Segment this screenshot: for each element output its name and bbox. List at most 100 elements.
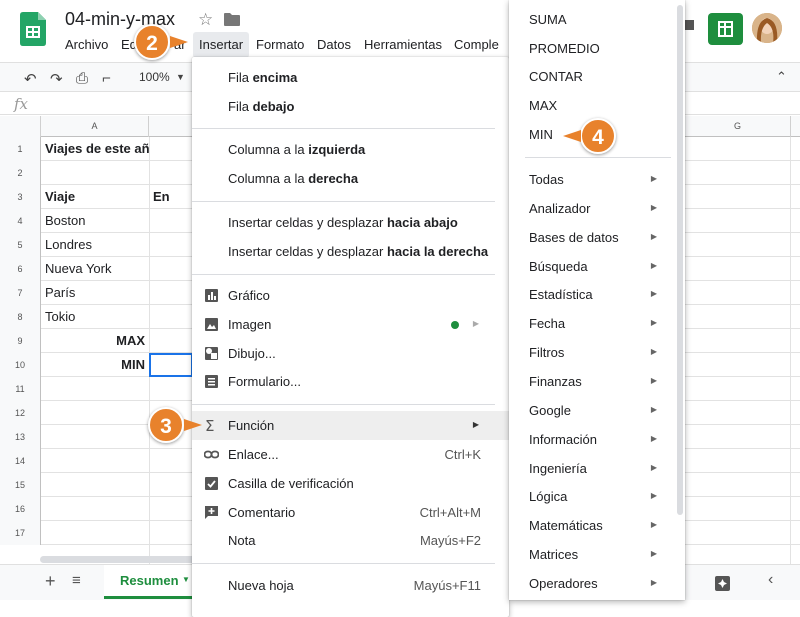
- cell-b[interactable]: [149, 281, 193, 305]
- cell-a[interactable]: Nueva York: [41, 257, 149, 281]
- row-number[interactable]: 3: [0, 185, 41, 209]
- menu-item[interactable]: Nota Mayús+F2: [192, 526, 509, 555]
- cell-g[interactable]: [685, 353, 791, 377]
- function-category-item[interactable]: Fecha ▶: [509, 310, 685, 339]
- cell-a[interactable]: MAX: [41, 329, 149, 353]
- cell-a[interactable]: [41, 401, 149, 425]
- row-number[interactable]: 16: [0, 497, 41, 521]
- redo-icon[interactable]: ↷: [50, 70, 63, 88]
- cell-b[interactable]: [149, 233, 193, 257]
- cell-g[interactable]: [685, 449, 791, 473]
- function-item-suma[interactable]: SUMA: [509, 6, 685, 35]
- cell-a[interactable]: Viaje: [41, 185, 149, 209]
- menu-item[interactable]: Enlace... Ctrl+K: [192, 440, 509, 469]
- cell-g[interactable]: [685, 329, 791, 353]
- function-category-item[interactable]: Información ▶: [509, 426, 685, 455]
- cell-g[interactable]: [685, 233, 791, 257]
- function-category-item[interactable]: Lógica ▶: [509, 483, 685, 512]
- row-number[interactable]: 17: [0, 521, 41, 545]
- cell-g[interactable]: [685, 305, 791, 329]
- menu-complementos[interactable]: Comple: [454, 37, 499, 52]
- menu-insertar[interactable]: Insertar: [199, 37, 243, 52]
- select-all-corner[interactable]: [0, 116, 41, 137]
- cell-g[interactable]: [685, 401, 791, 425]
- menu-item[interactable]: Insertar celdas y desplazar hacia la der…: [192, 237, 509, 266]
- menu-item[interactable]: Comentario Ctrl+Alt+M: [192, 498, 509, 527]
- cell-g[interactable]: [685, 209, 791, 233]
- sheet-tab-resumen[interactable]: Resumen ▼: [104, 565, 192, 599]
- cell-g[interactable]: [685, 473, 791, 497]
- row-number[interactable]: 9: [0, 329, 41, 353]
- function-category-item[interactable]: Matrices ▶: [509, 541, 685, 570]
- cell-a[interactable]: Tokio: [41, 305, 149, 329]
- function-category-item[interactable]: Bases de datos ▶: [509, 224, 685, 253]
- cell-b[interactable]: [149, 305, 193, 329]
- explore-button[interactable]: [700, 571, 744, 595]
- cell-a[interactable]: París: [41, 281, 149, 305]
- cell-a[interactable]: [41, 449, 149, 473]
- print-icon[interactable]: ⎙: [76, 70, 88, 87]
- function-category-item[interactable]: Operadores ▶: [509, 570, 685, 599]
- row-number[interactable]: 14: [0, 449, 41, 473]
- row-number[interactable]: 1: [0, 137, 41, 161]
- menu-datos[interactable]: Datos: [317, 37, 351, 52]
- row-number[interactable]: 13: [0, 425, 41, 449]
- menu-item[interactable]: Imagen ▶: [192, 310, 509, 339]
- row-number[interactable]: 4: [0, 209, 41, 233]
- function-item-max[interactable]: MAX: [509, 92, 685, 121]
- cell-a[interactable]: [41, 473, 149, 497]
- caret-down-icon[interactable]: ▼: [182, 575, 190, 584]
- column-header-g[interactable]: G: [685, 116, 791, 137]
- cell-g[interactable]: [685, 497, 791, 521]
- menu-item[interactable]: Columna a la izquierda: [192, 135, 509, 164]
- menu-item[interactable]: Gráfico: [192, 281, 509, 310]
- row-number[interactable]: 6: [0, 257, 41, 281]
- sheets-logo-icon[interactable]: [20, 12, 46, 46]
- function-item-promedio[interactable]: PROMEDIO: [509, 35, 685, 64]
- chevron-up-icon[interactable]: ⌃: [776, 69, 787, 85]
- menu-formato[interactable]: Formato: [256, 37, 304, 52]
- menu-item[interactable]: Fila debajo: [192, 92, 509, 121]
- column-header-b[interactable]: [149, 116, 193, 137]
- cell-b[interactable]: En: [149, 185, 193, 209]
- cell-g[interactable]: [685, 425, 791, 449]
- cell-b[interactable]: [149, 497, 193, 521]
- cell-a[interactable]: Londres: [41, 233, 149, 257]
- avatar[interactable]: [752, 13, 782, 43]
- cell-b[interactable]: [149, 161, 193, 185]
- add-sheet-icon[interactable]: +: [45, 571, 56, 592]
- cell-a[interactable]: Boston: [41, 209, 149, 233]
- cell-b[interactable]: [149, 209, 193, 233]
- cell-b[interactable]: [149, 473, 193, 497]
- function-category-item[interactable]: Matemáticas ▶: [509, 512, 685, 541]
- menu-item[interactable]: Formulario...: [192, 367, 509, 396]
- menu-herramientas[interactable]: Herramientas: [364, 37, 442, 52]
- chevron-down-icon[interactable]: ▼: [176, 72, 185, 82]
- cell-g[interactable]: [685, 185, 791, 209]
- cell-g[interactable]: [685, 137, 791, 161]
- menu-item[interactable]: Casilla de verificación: [192, 469, 509, 498]
- row-number[interactable]: 10: [0, 353, 41, 377]
- column-header-a[interactable]: A: [41, 116, 149, 137]
- function-item-contar[interactable]: CONTAR: [509, 63, 685, 92]
- function-category-item[interactable]: Analizador ▶: [509, 195, 685, 224]
- cell-g[interactable]: [685, 257, 791, 281]
- cell-a[interactable]: [41, 521, 149, 545]
- cell-a[interactable]: [41, 425, 149, 449]
- sheets-home-button[interactable]: [708, 13, 743, 45]
- function-category-item[interactable]: Filtros ▶: [509, 339, 685, 368]
- row-number[interactable]: 15: [0, 473, 41, 497]
- menu-item[interactable]: Σ Función ▶: [192, 411, 509, 440]
- function-category-item[interactable]: Búsqueda ▶: [509, 253, 685, 282]
- cell-a[interactable]: MIN: [41, 353, 149, 377]
- cell-g[interactable]: [685, 521, 791, 545]
- cell-b[interactable]: [149, 521, 193, 545]
- function-category-item[interactable]: Google ▶: [509, 397, 685, 426]
- star-icon[interactable]: ☆: [198, 10, 213, 30]
- cell-g[interactable]: [685, 377, 791, 401]
- function-category-item[interactable]: Estadística ▶: [509, 281, 685, 310]
- cell-b[interactable]: [149, 377, 193, 401]
- folder-icon[interactable]: [224, 13, 240, 26]
- menu-archivo[interactable]: Archivo: [65, 37, 108, 52]
- menu-item[interactable]: Columna a la derecha: [192, 164, 509, 193]
